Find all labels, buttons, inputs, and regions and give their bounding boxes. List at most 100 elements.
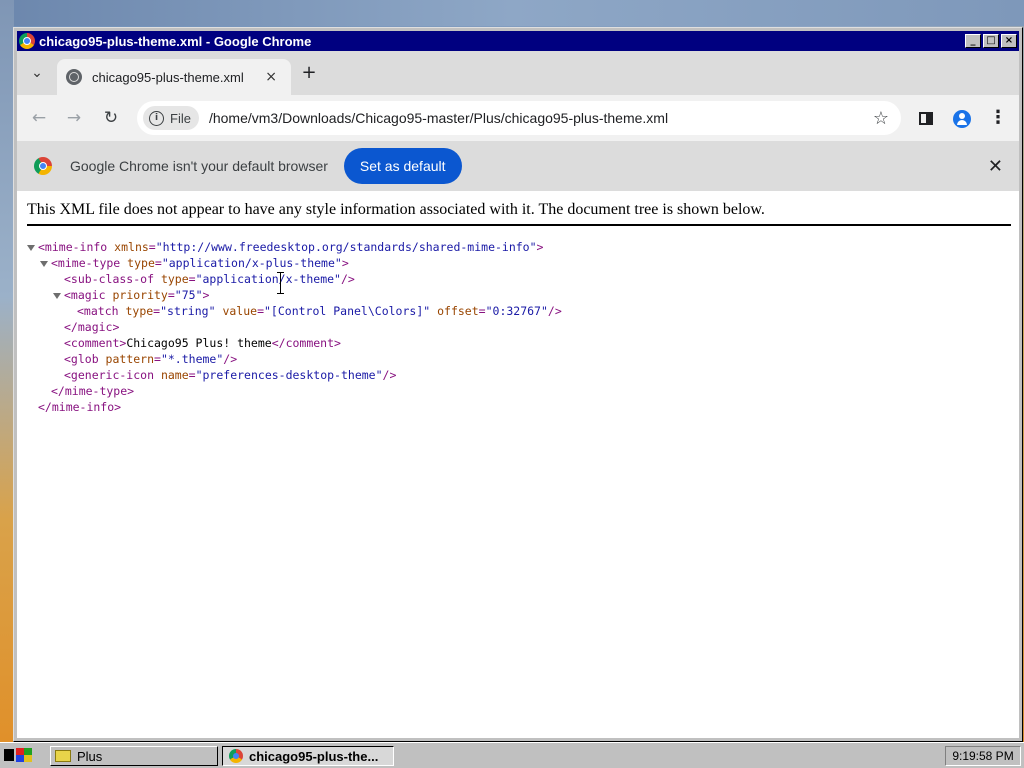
chrome-icon [229, 749, 243, 763]
maximize-button[interactable]: □ [983, 34, 999, 48]
xml-token: "string" [160, 304, 216, 318]
side-panel-icon [919, 112, 933, 125]
xml-token: <mime-type [51, 256, 128, 270]
window-controls: _ □ × [965, 34, 1017, 48]
desktop-background [0, 0, 1024, 26]
xml-token: <match [77, 304, 126, 318]
xml-token: <comment> [64, 336, 127, 350]
minimize-button[interactable]: _ [965, 34, 981, 48]
taskbar-item-label: chicago95-plus-the... [249, 748, 379, 764]
xml-token: = [167, 288, 175, 302]
chrome-frame: ⌄ chicago95-plus-theme.xml × + ← → ↻ i F… [17, 51, 1019, 738]
xml-token: > [536, 240, 544, 254]
xml-token: "75" [174, 288, 203, 302]
xml-token: = [257, 304, 264, 318]
xml-token: > [202, 288, 210, 302]
xml-token: = [154, 256, 162, 270]
tab-strip: ⌄ chicago95-plus-theme.xml × + [17, 51, 1019, 95]
xml-token: /> [223, 352, 238, 366]
window-title: chicago95-plus-theme.xml - Google Chrome [39, 33, 312, 49]
xml-line: <sub-class-of type="application/x-theme"… [27, 271, 562, 287]
forward-button[interactable]: → [63, 107, 85, 129]
xml-token: xmlns [114, 240, 149, 254]
xml-token: Chicago95 Plus! theme [126, 336, 272, 350]
site-info-chip[interactable]: i File [143, 106, 199, 130]
xml-line: <glob pattern="*.theme"/> [27, 351, 562, 367]
xml-token: </mime-info> [38, 400, 122, 414]
folder-icon [55, 750, 71, 762]
xml-line: <match type="string" value="[Control Pan… [27, 303, 562, 319]
xml-token: "0:32767" [485, 304, 548, 318]
url-text[interactable]: /home/vm3/Downloads/Chicago95-master/Plu… [209, 110, 668, 126]
xml-token: priority [112, 288, 168, 302]
xml-line: <mime-info xmlns="http://www.freedesktop… [27, 239, 562, 255]
xml-token: offset [437, 304, 479, 318]
xml-token: name [160, 368, 189, 382]
xml-token: <glob [64, 352, 106, 366]
xml-token: <mime-info [38, 240, 115, 254]
windows-flag-icon [16, 748, 32, 762]
start-button[interactable] [2, 745, 46, 766]
xml-token: = [188, 272, 196, 286]
xml-token: "application/x-plus-theme" [161, 256, 342, 270]
xml-token: <sub-class-of [64, 272, 161, 286]
globe-icon [66, 69, 82, 85]
reload-button[interactable]: ↻ [100, 107, 122, 129]
xml-token: type [125, 304, 154, 318]
xml-token: type [127, 256, 155, 270]
collapse-triangle-icon[interactable] [53, 292, 61, 299]
collapse-triangle-icon[interactable] [27, 244, 35, 251]
address-bar[interactable]: i File /home/vm3/Downloads/Chicago95-mas… [137, 101, 901, 135]
info-icon: i [149, 110, 164, 126]
xml-token: "preferences-desktop-theme" [195, 368, 383, 382]
taskbar-item-plus[interactable]: Plus [50, 746, 218, 766]
close-button[interactable]: × [1001, 34, 1017, 48]
tab-title: chicago95-plus-theme.xml [92, 69, 244, 85]
xml-line: </mime-type> [27, 383, 562, 399]
tab-search-chevron-down-icon[interactable]: ⌄ [27, 63, 47, 83]
back-button[interactable]: ← [28, 107, 50, 129]
browser-window: chicago95-plus-theme.xml - Google Chrome… [13, 27, 1023, 742]
xml-token: /> [547, 304, 562, 318]
new-tab-button[interactable]: + [299, 63, 319, 83]
xml-token: /> [340, 272, 355, 286]
xml-token: <generic-icon [64, 368, 161, 382]
xml-token: "*.theme" [160, 352, 224, 366]
taskbar-item-chrome[interactable]: chicago95-plus-the... [222, 746, 394, 766]
xml-token: </magic> [64, 320, 120, 334]
xml-token: "[Control Panel\Colors]" [264, 304, 431, 318]
toolbar: ← → ↻ i File /home/vm3/Downloads/Chicago… [17, 95, 1019, 141]
xml-token: </comment> [271, 336, 341, 350]
bookmark-star-icon[interactable]: ☆ [873, 108, 889, 129]
collapse-triangle-icon[interactable] [40, 260, 48, 267]
tab-active[interactable]: chicago95-plus-theme.xml × [57, 59, 291, 95]
xml-token: "application/x-theme" [195, 272, 341, 286]
chrome-app-icon[interactable] [19, 33, 35, 49]
xml-line: <comment>Chicago95 Plus! theme</comment> [27, 335, 562, 351]
xml-token: </mime-type> [51, 384, 135, 398]
tab-close-icon[interactable]: × [265, 69, 277, 85]
default-browser-infobar: Google Chrome isn't your default browser… [17, 141, 1019, 191]
xml-token: = [188, 368, 196, 382]
xml-token: "http://www.freedesktop.org/standards/sh… [155, 240, 537, 254]
chrome-menu-button[interactable]: ⋮ [987, 107, 1009, 129]
xml-notice: This XML file does not appear to have an… [27, 201, 1011, 226]
infobar-close-icon[interactable]: ✕ [988, 156, 1003, 177]
xml-line: </magic> [27, 319, 562, 335]
side-panel-button[interactable] [915, 107, 937, 129]
xml-token: = [148, 240, 156, 254]
set-as-default-button[interactable]: Set as default [343, 148, 462, 184]
page-content: This XML file does not appear to have an… [17, 192, 1019, 738]
xml-tree: <mime-info xmlns="http://www.freedesktop… [27, 239, 562, 415]
xml-token: > [341, 256, 349, 270]
taskbar-item-label: Plus [77, 748, 103, 764]
infobar-message: Google Chrome isn't your default browser [70, 158, 328, 174]
xml-token: pattern [105, 352, 155, 366]
desktop-background-left [0, 0, 14, 742]
profile-button[interactable] [951, 107, 973, 129]
taskbar: Plus chicago95-plus-the... 9:19:58 PM [0, 742, 1024, 768]
site-info-label: File [170, 110, 191, 126]
window-titlebar[interactable]: chicago95-plus-theme.xml - Google Chrome… [17, 31, 1019, 51]
computer-icon [4, 749, 14, 761]
xml-token: type [160, 272, 189, 286]
